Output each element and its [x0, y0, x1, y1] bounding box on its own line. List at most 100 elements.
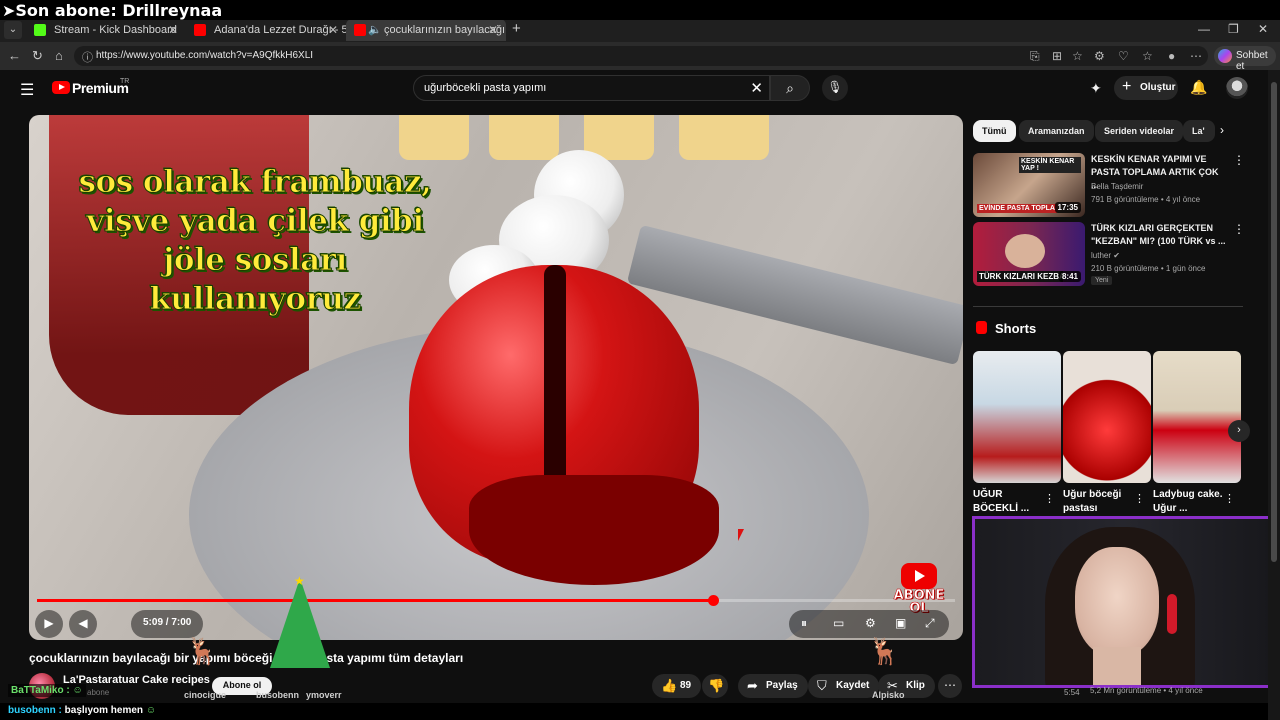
chip-all[interactable]: Tümü	[973, 120, 1016, 142]
youtube-favicon-icon	[354, 24, 366, 36]
account-avatar[interactable]	[1226, 77, 1248, 99]
url-text[interactable]: https://www.youtube.com/watch?v=A9QfkkH6…	[96, 50, 313, 61]
chip-label: La'	[1192, 126, 1205, 136]
search-query[interactable]: uğurböcekli pasta yapımı	[424, 82, 546, 94]
favorite-icon[interactable]: ☆	[1072, 49, 1083, 63]
back-icon[interactable]: ←	[8, 48, 21, 63]
maximize-icon[interactable]: ❐	[1228, 22, 1239, 36]
close-tab-icon[interactable]: ✕	[168, 23, 178, 37]
short-title[interactable]: Ladybug cake. Uğur ...	[1153, 488, 1225, 516]
shorts-next-button[interactable]: ›	[1228, 420, 1250, 442]
close-tab-icon[interactable]: ✕	[328, 23, 338, 37]
christmas-tree-decoration	[270, 578, 330, 668]
tab-actions-icon[interactable]: ⌄	[4, 21, 22, 39]
short-thumbnail[interactable]	[973, 351, 1061, 483]
browser-essentials-icon[interactable]: ♡	[1118, 49, 1129, 63]
apps-icon[interactable]: ⊞	[1052, 49, 1062, 63]
bookmark-icon: ⛉	[817, 678, 827, 693]
mouse-cursor-icon	[738, 529, 744, 541]
mic-icon: 🎙	[827, 80, 843, 94]
subscriber-count: abone	[87, 688, 110, 697]
chip-label: Aramanızdan	[1028, 126, 1085, 136]
speaker-icon[interactable]: 🔈	[368, 23, 382, 36]
tab-adana-lezzet[interactable]: Adana'da Lezzet Durağı - 5. Bölüm ✕	[186, 19, 346, 41]
notifications-icon[interactable]: 🔔	[1190, 79, 1207, 96]
kebab-menu-icon[interactable]: ⋮	[1233, 222, 1245, 236]
cake-cup	[679, 115, 769, 160]
related-video[interactable]: KESKİN KENAR YAP ! EVİNDE PASTA TOPLA 17…	[973, 153, 1245, 217]
short-thumbnail[interactable]	[1063, 351, 1151, 483]
related-title[interactable]: TÜRK KIZLARI GERÇEKTEN "KEZBAN" MI? (100…	[1091, 222, 1227, 248]
fullscreen-icon[interactable]: ⤢	[925, 616, 935, 631]
address-bar[interactable]: ⓘ https://www.youtube.com/watch?v=A9Qfkk…	[74, 46, 1208, 66]
search-button[interactable]: ⌕	[770, 75, 810, 101]
video-thumbnail[interactable]: KESKİN KENAR YAP ! EVİNDE PASTA TOPLA 17…	[973, 153, 1085, 217]
collections-icon[interactable]: ☆	[1142, 49, 1153, 63]
channel-name: luther	[1091, 251, 1112, 260]
related-channel[interactable]: luther ✔	[1091, 251, 1120, 260]
home-icon[interactable]: ⌂	[55, 48, 63, 63]
chip-from-search[interactable]: Aramanızdan	[1019, 120, 1094, 142]
new-tab-icon[interactable]: +	[512, 20, 521, 37]
autoplay-toggle-icon[interactable]: ⏸	[801, 616, 807, 631]
related-video[interactable]: TÜRK KIZLARI KEZBAN(I) MI? 8:41 TÜRK KIZ…	[973, 222, 1245, 286]
shorts-icon	[976, 321, 987, 334]
related-channel[interactable]: Bella Taşdemir	[1091, 182, 1143, 191]
subtitles-icon[interactable]: ▭	[833, 616, 844, 630]
play-button[interactable]: ▶	[35, 610, 63, 638]
youtube-logo-icon[interactable]	[52, 81, 70, 94]
more-actions-button[interactable]: ⋯	[938, 674, 962, 698]
short-title[interactable]: UĞUR BÖCEKLİ ...	[973, 488, 1045, 516]
translate-icon[interactable]: ⎘	[1030, 49, 1040, 64]
overlay-viewer-name: cinocigue	[184, 690, 227, 700]
miniplayer-icon[interactable]: ▣	[895, 616, 906, 630]
progress-scrubber[interactable]	[707, 595, 719, 606]
save-label: Kaydet	[836, 680, 870, 691]
kebab-menu-icon[interactable]: ⋮	[1233, 153, 1245, 167]
chevron-right-icon[interactable]: ›	[1220, 123, 1224, 137]
profile-icon[interactable]: ●	[1168, 49, 1175, 63]
star-icon: ★	[294, 574, 305, 588]
progress-bar[interactable]	[37, 595, 955, 606]
kebab-menu-icon[interactable]: ⋮	[1044, 492, 1055, 505]
scrollbar-thumb[interactable]	[1271, 82, 1277, 562]
close-tab-icon[interactable]: ✕	[488, 23, 498, 37]
video-thumbnail[interactable]: TÜRK KIZLARI KEZBAN(I) MI? 8:41	[973, 222, 1085, 286]
chip-channel[interactable]: La'	[1183, 120, 1215, 142]
time-display: 5:09 / 7:00	[131, 610, 204, 638]
close-window-icon[interactable]: ✕	[1258, 22, 1268, 36]
related-meta: 210 B görüntüleme • 1 gün önce	[1091, 264, 1206, 273]
short-title[interactable]: Uğur böceği pastası	[1063, 488, 1135, 516]
kebab-menu-icon[interactable]: ⋮	[1224, 492, 1235, 505]
video-title: çocuklarınızın bayılacağı bir yapımı böc…	[29, 651, 464, 665]
minimize-icon[interactable]: —	[1198, 22, 1210, 36]
like-button[interactable]: 👍 89	[652, 674, 702, 698]
refresh-icon[interactable]: ↻	[32, 48, 43, 64]
search-input[interactable]: uğurböcekli pasta yapımı ✕	[413, 75, 770, 101]
share-button[interactable]: ➦ Paylaş	[738, 674, 808, 698]
video-player[interactable]: sos olarak frambuaz, vişve yada çilek gi…	[29, 115, 963, 640]
page-scrollbar[interactable]	[1268, 70, 1280, 720]
player-right-controls: ⏸ ▭ ⚙ ▣ ⤢	[789, 610, 949, 638]
save-button[interactable]: ⛉ Kaydet	[808, 674, 880, 698]
reindeer-icon: 🦌	[868, 636, 901, 666]
extensions-icon[interactable]: ⚙	[1094, 49, 1105, 63]
tab-current-video[interactable]: 🔈 çocuklarınızın bayılacağı bir p ✕	[346, 19, 506, 41]
menu-icon[interactable]: ☰	[20, 80, 34, 100]
more-icon[interactable]: ⋯	[1190, 49, 1202, 63]
chat-emote-icon: ☺	[145, 705, 157, 716]
kebab-menu-icon[interactable]: ⋮	[1134, 492, 1145, 505]
settings-icon[interactable]: ⚙	[865, 616, 876, 630]
cast-icon[interactable]: ✦	[1090, 80, 1102, 97]
overlay-viewer-name: Alpisko	[872, 690, 905, 700]
create-button[interactable]: + Oluştur	[1114, 76, 1178, 100]
short-thumbnail[interactable]	[1153, 351, 1241, 483]
clear-search-icon[interactable]: ✕	[750, 79, 763, 97]
copilot-button[interactable]: Sohbet et	[1214, 46, 1276, 72]
voice-search-button[interactable]: 🎙	[822, 75, 848, 101]
chip-series[interactable]: Seriden videolar	[1095, 120, 1184, 142]
tab-kick-dashboard[interactable]: Stream - Kick Dashboard ✕	[26, 19, 186, 41]
site-info-icon[interactable]: ⓘ	[82, 49, 93, 65]
dislike-button[interactable]: 👎	[702, 674, 728, 698]
mute-button[interactable]: ◀	[69, 610, 97, 638]
